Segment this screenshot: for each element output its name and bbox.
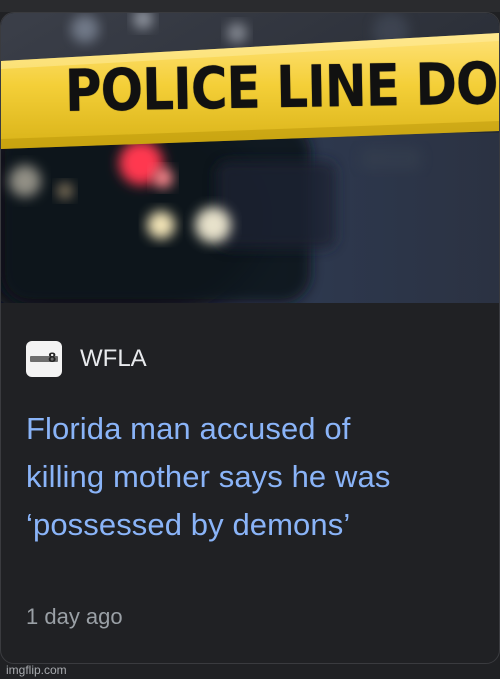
news-card[interactable]: POLICE LINE DO N 8 WFLA Florida man accu… <box>0 12 500 664</box>
source-name: WFLA <box>80 345 147 372</box>
source-logo-text: 8 <box>48 349 56 365</box>
headline-line-2: killing mother says he was <box>26 459 391 494</box>
news-hero-image[interactable]: POLICE LINE DO N <box>1 13 499 303</box>
publish-time: 1 day ago <box>26 604 123 629</box>
screenshot-page: POLICE LINE DO N 8 WFLA Florida man accu… <box>0 0 500 679</box>
source-logo-icon: 8 <box>26 341 62 377</box>
top-bar-strip <box>0 0 500 12</box>
headline-line-3: ‘possessed by demons’ <box>26 507 351 542</box>
police-tape-text: POLICE LINE DO N <box>64 48 499 125</box>
news-source-row[interactable]: 8 WFLA <box>26 341 147 377</box>
headline-line-1: Florida man accused of <box>26 411 351 446</box>
watermark-text: imgflip.com <box>6 663 67 677</box>
headline-link[interactable]: Florida man accused of killing mother sa… <box>26 405 481 549</box>
